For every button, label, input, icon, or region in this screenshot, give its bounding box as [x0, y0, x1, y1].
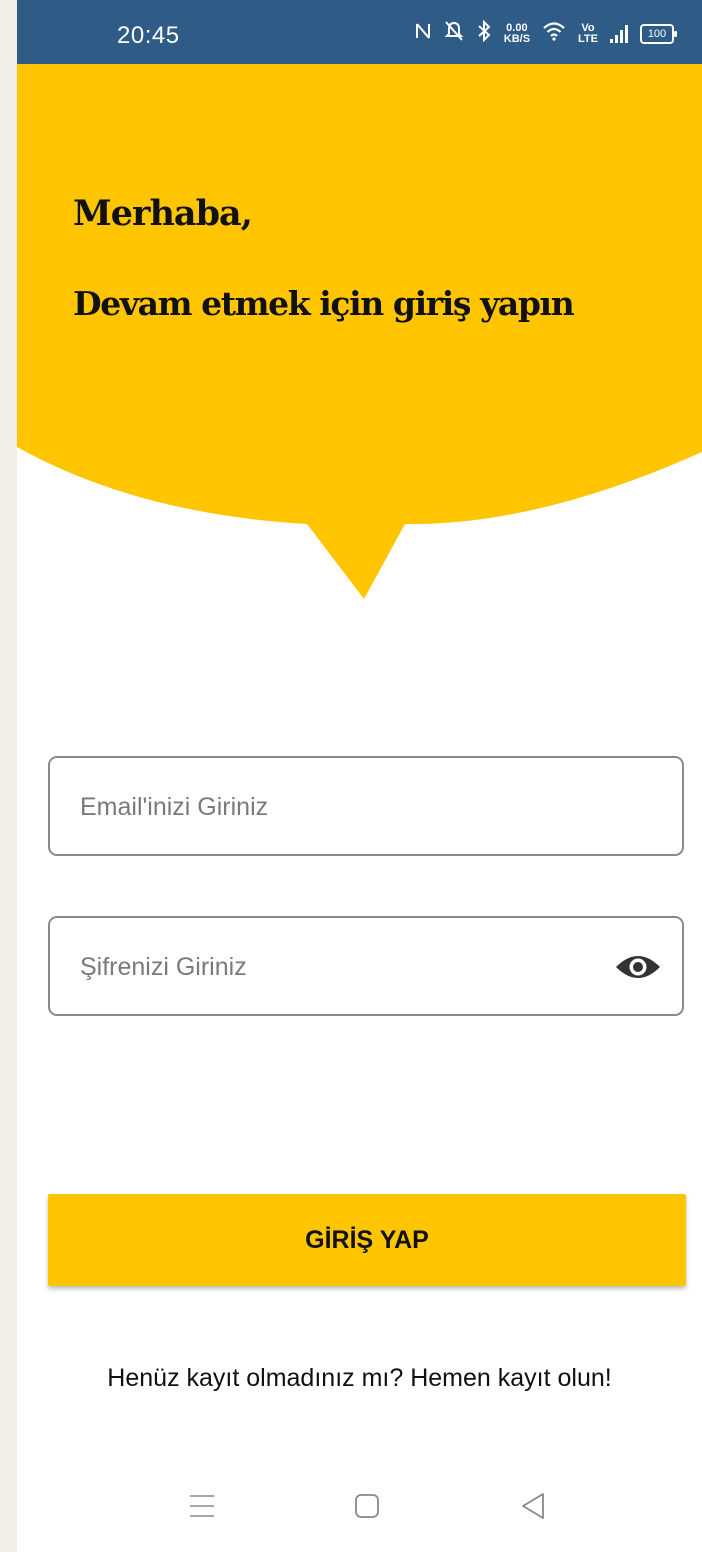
home-icon[interactable]: [347, 1486, 387, 1526]
login-screen: 20:45 0.00 KB/S Vo LTE 100 Merhaba, Deva…: [17, 0, 702, 1552]
header-bubble-shape: [17, 64, 702, 599]
password-field[interactable]: [48, 916, 684, 1016]
email-input[interactable]: [78, 782, 602, 832]
nfc-icon: [414, 21, 432, 47]
status-icons: 0.00 KB/S Vo LTE 100: [414, 19, 677, 48]
navigation-bar: [17, 1470, 702, 1542]
mute-bell-icon: [444, 20, 464, 48]
bluetooth-icon: [476, 19, 492, 48]
wifi-icon: [542, 21, 566, 47]
login-subtitle: Devam etmek için giriş yapın: [73, 284, 575, 323]
eye-icon[interactable]: [614, 951, 662, 983]
password-input[interactable]: [78, 942, 602, 992]
header-banner: Merhaba, Devam etmek için giriş yapın: [17, 64, 702, 604]
volte-bottom: LTE: [578, 33, 598, 45]
register-link[interactable]: Henüz kayıt olmadınız mı? Hemen kayıt ol…: [17, 1364, 702, 1393]
email-field[interactable]: [48, 756, 684, 856]
menu-icon[interactable]: [182, 1486, 222, 1526]
volte-indicator: Vo LTE: [578, 23, 598, 45]
signal-icon: [610, 25, 628, 43]
greeting-heading: Merhaba,: [73, 193, 253, 234]
net-speed-unit: KB/S: [503, 33, 531, 45]
battery-indicator: 100: [640, 24, 677, 44]
back-icon[interactable]: [513, 1486, 553, 1526]
status-time: 20:45: [117, 22, 180, 49]
net-speed: 0.00 KB/S: [504, 23, 530, 45]
status-bar: 20:45 0.00 KB/S Vo LTE 100: [17, 0, 702, 64]
login-button[interactable]: GİRİŞ YAP: [48, 1194, 686, 1286]
